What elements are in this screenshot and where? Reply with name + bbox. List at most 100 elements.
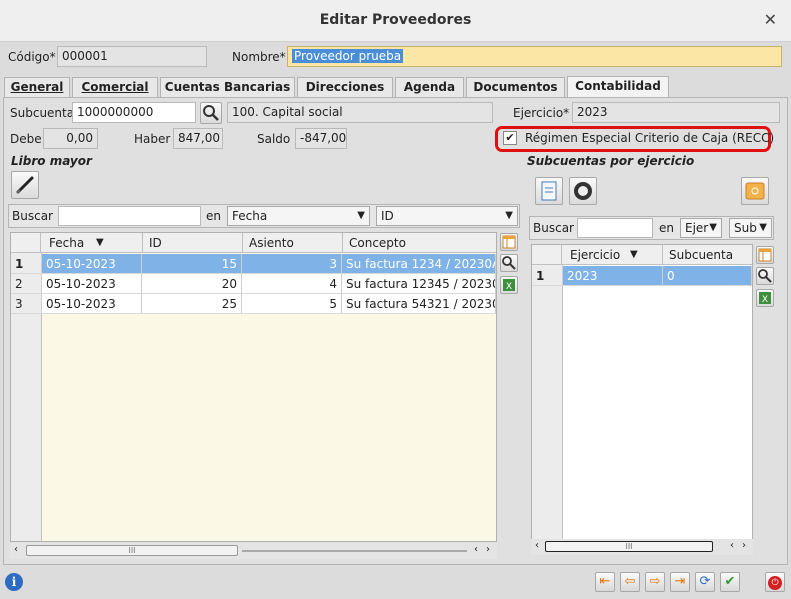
last-icon: ⇥ [674,574,686,589]
libro-export-button[interactable]: X [500,276,518,294]
tab-label: Comercial [81,80,149,94]
libro-search-input[interactable] [58,206,201,226]
recc-checkbox[interactable]: ✔ [503,131,517,145]
search-icon [758,269,772,283]
haber-field: 847,00 [173,128,223,149]
arrow-right-icon: ⇨ [649,574,661,589]
scroll-right-icon[interactable]: › [742,540,746,551]
scroll-thumb[interactable]: III [545,541,713,552]
tab-label: Agenda [403,80,456,94]
scroll-left-icon[interactable]: ‹ [14,544,18,555]
tab-label: Cuentas Bancarias [164,80,291,94]
chevron-down-icon: ▼ [505,210,513,221]
refresh-icon: ⟳ [699,574,711,589]
select-value: Fecha [232,209,268,223]
scroll-grip: III [625,542,633,551]
sub-search-button[interactable] [756,267,774,285]
search-subcuenta-button[interactable] [200,102,222,124]
tab-label: Direcciones [305,80,385,94]
column-fecha[interactable]: Fecha [49,236,84,250]
tab-contabilidad[interactable]: Contabilidad [567,76,669,98]
sub-export-button[interactable]: X [756,289,774,307]
select-value: Sub [734,221,757,235]
sub-field-select[interactable]: Ejer ▼ [680,218,722,238]
tab-general[interactable]: General [4,77,70,97]
row-number: 1 [11,254,42,274]
row-number: 3 [11,294,42,314]
info-icon[interactable]: i [5,573,23,591]
tab-agenda[interactable]: Agenda [395,77,464,97]
first-record-button[interactable]: ⇤ [595,572,615,592]
nombre-field[interactable]: Proveedor prueba [287,46,782,67]
window-title: Editar Proveedores [319,12,472,28]
table-row[interactable]: 3 05-10-2023 25 5 Su factura 54321 / 202… [11,294,496,314]
tab-label: Contabilidad [575,79,661,93]
ejercicio-label: Ejercicio* [513,106,570,120]
codigo-field[interactable]: 000001 [57,46,207,67]
haber-label: Haber [134,132,171,146]
new-subcuenta-button[interactable] [535,177,563,205]
table-row[interactable]: 1 2023 0 [532,266,752,286]
scroll-left-icon[interactable]: ‹ [730,540,734,551]
sub-order-select[interactable]: Sub ▼ [729,218,772,238]
chevron-down-icon: ▼ [759,222,767,233]
delete-subcuenta-button[interactable] [569,177,597,205]
folder-icon [745,182,765,200]
cell-id: 15 [142,254,242,274]
cell-fecha: 05-10-2023 [42,274,142,294]
scroll-left-icon[interactable]: ‹ [474,544,478,555]
libro-en-label: en [206,209,221,223]
last-record-button[interactable]: ⇥ [670,572,690,592]
subcuenta-field[interactable]: 1000000000 [72,102,196,123]
sub-config-button[interactable] [756,246,774,264]
search-icon [502,256,516,270]
table-config-icon [758,248,772,262]
sub-search-input[interactable] [577,218,653,238]
column-id[interactable]: ID [149,236,162,250]
power-icon: ⏻ [768,576,782,590]
plan-contable-button[interactable] [741,177,769,205]
sort-desc-icon: ▼ [96,237,104,248]
column-asiento[interactable]: Asiento [249,236,294,250]
cell-id: 25 [142,294,242,314]
sub-en-label: en [659,221,674,235]
cell-concepto: Su factura 12345 / 20230A [342,274,496,294]
accept-button[interactable]: ✔ [720,572,740,592]
next-record-button[interactable]: ⇨ [645,572,665,592]
scroll-left-icon[interactable]: ‹ [535,540,539,551]
cancel-button[interactable]: ⏻ [765,572,785,592]
tab-cuentas-bancarias[interactable]: Cuentas Bancarias [160,77,295,97]
table-row[interactable]: 2 05-10-2023 20 4 Su factura 12345 / 202… [11,274,496,294]
libro-field-select[interactable]: Fecha ▼ [227,206,370,226]
sort-desc-icon: ▼ [630,249,638,260]
scroll-right-icon[interactable]: › [486,544,490,555]
edit-asiento-button[interactable] [11,171,39,199]
ejercicio-field[interactable]: 2023 [572,102,780,123]
libro-order-select[interactable]: ID ▼ [376,206,518,226]
previous-record-button[interactable]: ⇦ [620,572,640,592]
tab-comercial[interactable]: Comercial [72,77,158,97]
sub-search-label: Buscar [533,221,574,235]
column-divider [242,233,243,253]
tab-direcciones[interactable]: Direcciones [297,77,393,97]
table-row[interactable]: 1 05-10-2023 15 3 Su factura 1234 / 2023… [11,254,496,274]
first-icon: ⇤ [599,574,611,589]
column-ejercicio[interactable]: Ejercicio [570,248,620,262]
libro-config-button[interactable] [500,233,518,251]
tab-documentos[interactable]: Documentos [466,77,565,97]
column-concepto[interactable]: Concepto [349,236,406,250]
row-number: 2 [11,274,42,294]
debe-label: Debe [10,132,42,146]
cell-asiento: 4 [242,274,342,294]
close-icon[interactable]: ✕ [764,10,777,29]
cell-fecha: 05-10-2023 [42,294,142,314]
sub-hscrollbar[interactable]: ‹ III ‹ › [531,539,753,555]
column-divider [662,245,663,265]
document-icon [541,181,557,201]
tab-label: Documentos [473,80,558,94]
libro-search-button[interactable] [500,254,518,272]
column-subcuenta[interactable]: Subcuenta [669,248,733,262]
libro-hscrollbar[interactable]: ‹ III ‹ › [10,543,497,559]
refresh-button[interactable]: ⟳ [695,572,715,592]
scroll-thumb[interactable]: III [26,545,238,556]
